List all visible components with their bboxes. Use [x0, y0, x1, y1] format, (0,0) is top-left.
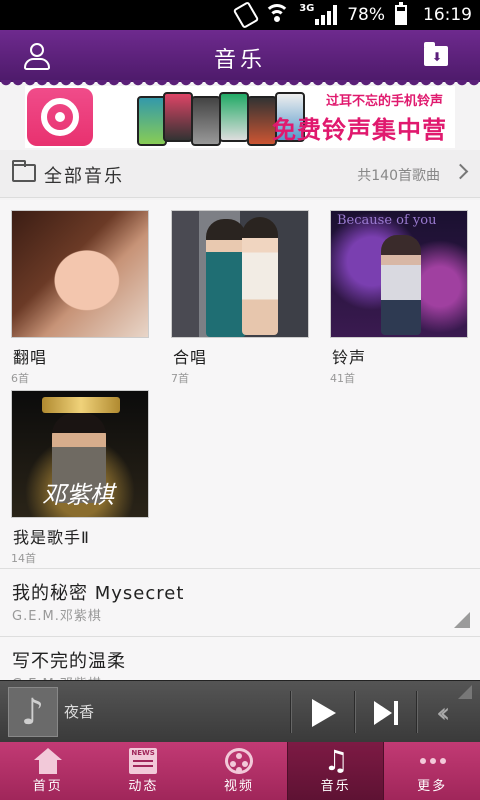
category-name: 铃声	[332, 348, 367, 367]
song-list-item[interactable]: 我的秘密 Mysecret G.E.M.邓紫棋	[0, 568, 480, 636]
song-count: 共140首歌曲	[357, 168, 440, 184]
tab-label: 首页	[32, 779, 63, 794]
tab-video[interactable]: 视频	[191, 742, 287, 800]
category-name: 合唱	[173, 348, 208, 367]
wifi-icon	[264, 4, 291, 26]
all-music-row[interactable]: 全部音乐 共140首歌曲	[0, 150, 480, 198]
video-icon	[224, 748, 253, 774]
category-card-i-am-a-singer[interactable]: 邓紫棋 我是歌手Ⅱ 14首	[11, 390, 149, 566]
signal-icon: 3G	[299, 3, 338, 25]
screen: 3G 78% 16:19 音乐 ⬇ 过耳不忘的手机铃声 免费铃声集中营 全部音乐	[0, 0, 480, 800]
category-count: 41首	[330, 372, 355, 385]
collapse-player-icon[interactable]: ‹‹	[436, 699, 451, 727]
news-icon: NEWS	[129, 748, 158, 774]
song-list-item[interactable]: 写不完的温柔 G.E.M.邓紫棋	[0, 636, 480, 692]
player-corner-icon	[458, 685, 472, 699]
next-track-icon[interactable]	[374, 701, 398, 725]
ringtone-banner[interactable]: 过耳不忘的手机铃声 免费铃声集中营	[25, 86, 455, 148]
rotation-lock-icon	[232, 0, 260, 30]
category-count: 7首	[171, 372, 189, 385]
now-playing-title: 夜香	[64, 703, 95, 721]
tab-music[interactable]: ♫ 音乐	[286, 742, 385, 800]
divider	[290, 691, 291, 733]
battery-icon	[395, 2, 407, 25]
divider	[416, 691, 417, 733]
ringtone-app-logo	[27, 88, 93, 146]
status-bar: 3G 78% 16:19	[0, 0, 480, 30]
category-count: 14首	[11, 552, 36, 565]
network-type: 3G	[299, 3, 315, 14]
category-thumbnail	[171, 210, 309, 338]
music-note-icon: ♪	[21, 692, 44, 733]
tab-more[interactable]: 更多	[384, 742, 480, 800]
all-music-label: 全部音乐	[44, 166, 124, 187]
category-count: 6首	[11, 372, 29, 385]
battery-percent: 78%	[347, 5, 385, 25]
home-icon	[33, 748, 62, 774]
banner-headline: 免费铃声集中营	[272, 116, 447, 144]
category-thumbnail: 邓紫棋	[11, 390, 149, 518]
page-title: 音乐	[213, 48, 266, 73]
banner-tagline: 过耳不忘的手机铃声	[325, 94, 443, 109]
category-grid: 翻唱 6首 合唱 7首 Because of you 铃声 41首 邓紫棋 我是…	[0, 200, 480, 568]
tab-label: 音乐	[320, 779, 351, 794]
clock: 16:19	[423, 5, 472, 25]
thumbnail-caption: Because of you	[337, 213, 437, 228]
download-folder-icon[interactable]: ⬇	[424, 42, 448, 66]
song-title: 我的秘密 Mysecret	[12, 583, 185, 604]
tab-news[interactable]: NEWS 动态	[96, 742, 192, 800]
play-icon[interactable]	[312, 699, 336, 727]
song-artist: G.E.M.邓紫棋	[12, 609, 102, 624]
album-art[interactable]: ♪	[8, 687, 58, 737]
category-card-ringtones[interactable]: Because of you 铃声 41首	[330, 210, 468, 386]
folder-icon	[12, 160, 36, 182]
more-icon	[418, 748, 446, 774]
tab-label: 动态	[128, 779, 159, 794]
category-thumbnail: Because of you	[330, 210, 468, 338]
category-name: 翻唱	[13, 348, 48, 367]
tab-label: 更多	[417, 779, 448, 794]
chevron-right-icon	[452, 163, 469, 180]
category-name: 我是歌手Ⅱ	[13, 528, 90, 547]
category-card-duets[interactable]: 合唱 7首	[171, 210, 309, 386]
tab-home[interactable]: 首页	[0, 742, 96, 800]
thumbnail-calligraphy: 邓紫棋	[42, 481, 114, 509]
divider	[354, 691, 355, 733]
app-header: 音乐 ⬇	[0, 30, 480, 82]
tab-label: 视频	[223, 779, 254, 794]
mini-player: ♪ 夜香 ‹‹	[0, 680, 480, 742]
category-card-covers[interactable]: 翻唱 6首	[11, 210, 149, 386]
bottom-tab-bar: 首页 NEWS 动态 视频 ♫ 音乐 更多	[0, 742, 480, 800]
category-thumbnail	[11, 210, 149, 338]
song-menu-corner-icon[interactable]	[454, 612, 470, 628]
song-title: 写不完的温柔	[12, 651, 126, 672]
music-icon: ♫	[323, 744, 349, 777]
